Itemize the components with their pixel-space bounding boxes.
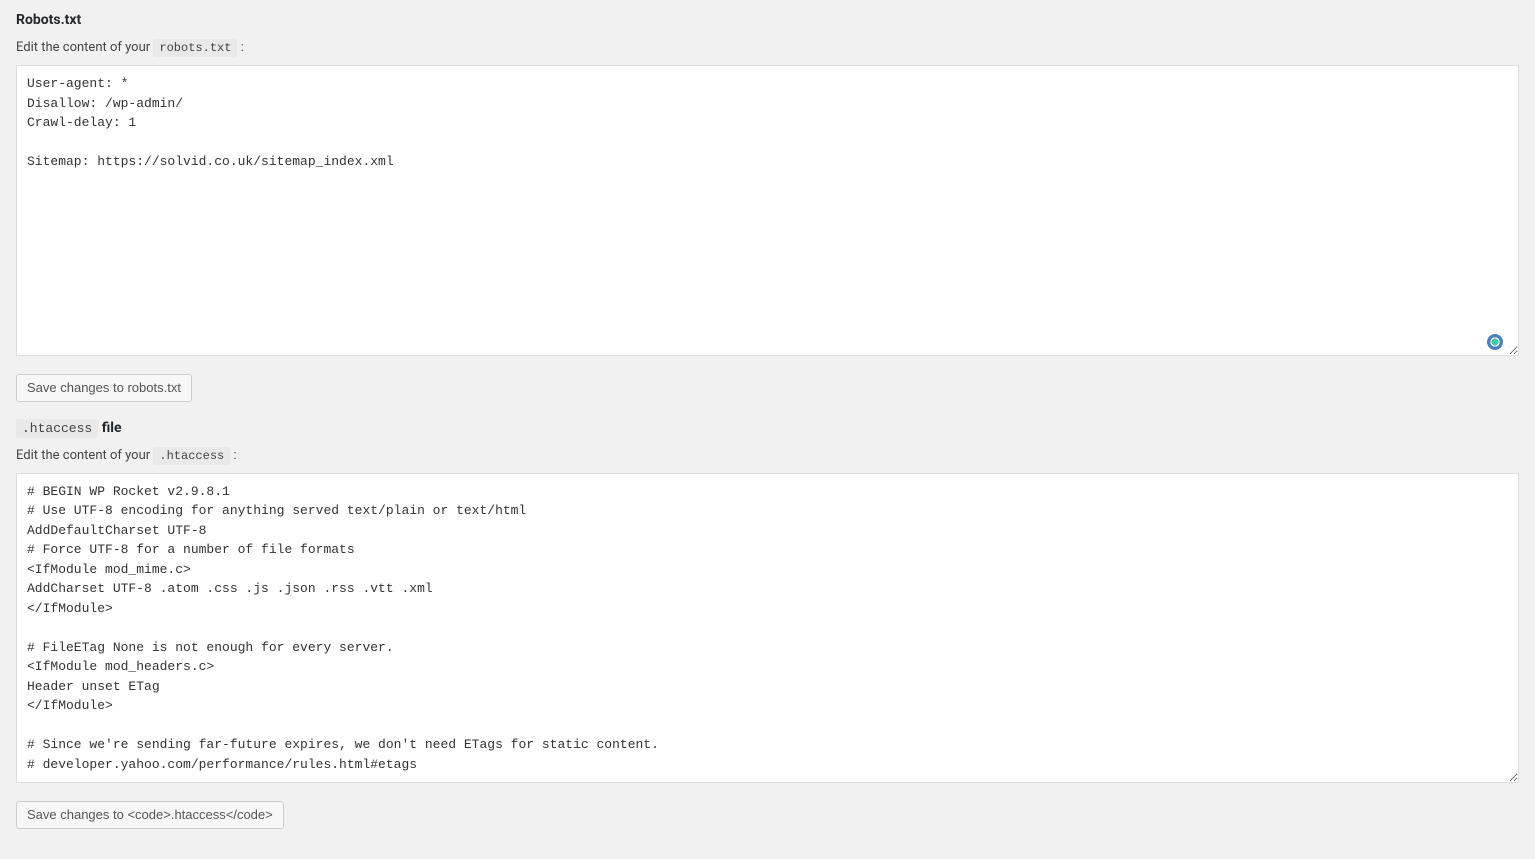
save-htaccess-button[interactable]: Save changes to <code>.htaccess</code> [16,801,284,829]
robots-description: Edit the content of your robots.txt : [16,40,1519,55]
htaccess-textarea-wrap [16,473,1519,788]
htaccess-title-suffix: file [98,420,121,436]
htaccess-desc-suffix: : [230,448,236,463]
save-robots-button[interactable]: Save changes to robots.txt [16,374,192,402]
robots-desc-suffix: : [237,40,243,55]
robots-textarea[interactable] [16,65,1519,356]
htaccess-desc-prefix: Edit the content of your [16,448,153,463]
htaccess-textarea[interactable] [16,473,1519,784]
robots-textarea-wrap [16,65,1519,360]
htaccess-title: .htaccess file [16,420,1519,436]
htaccess-description: Edit the content of your .htaccess : [16,448,1519,463]
htaccess-title-code: .htaccess [16,419,98,438]
robots-title: Robots.txt [16,12,1519,28]
robots-desc-prefix: Edit the content of your [16,40,153,55]
htaccess-section: .htaccess file Edit the content of your … [16,420,1519,829]
robots-section: Robots.txt Edit the content of your robo… [16,12,1519,402]
grammarly-icon[interactable] [1487,334,1503,350]
htaccess-desc-code: .htaccess [153,447,230,465]
robots-desc-code: robots.txt [153,39,237,57]
